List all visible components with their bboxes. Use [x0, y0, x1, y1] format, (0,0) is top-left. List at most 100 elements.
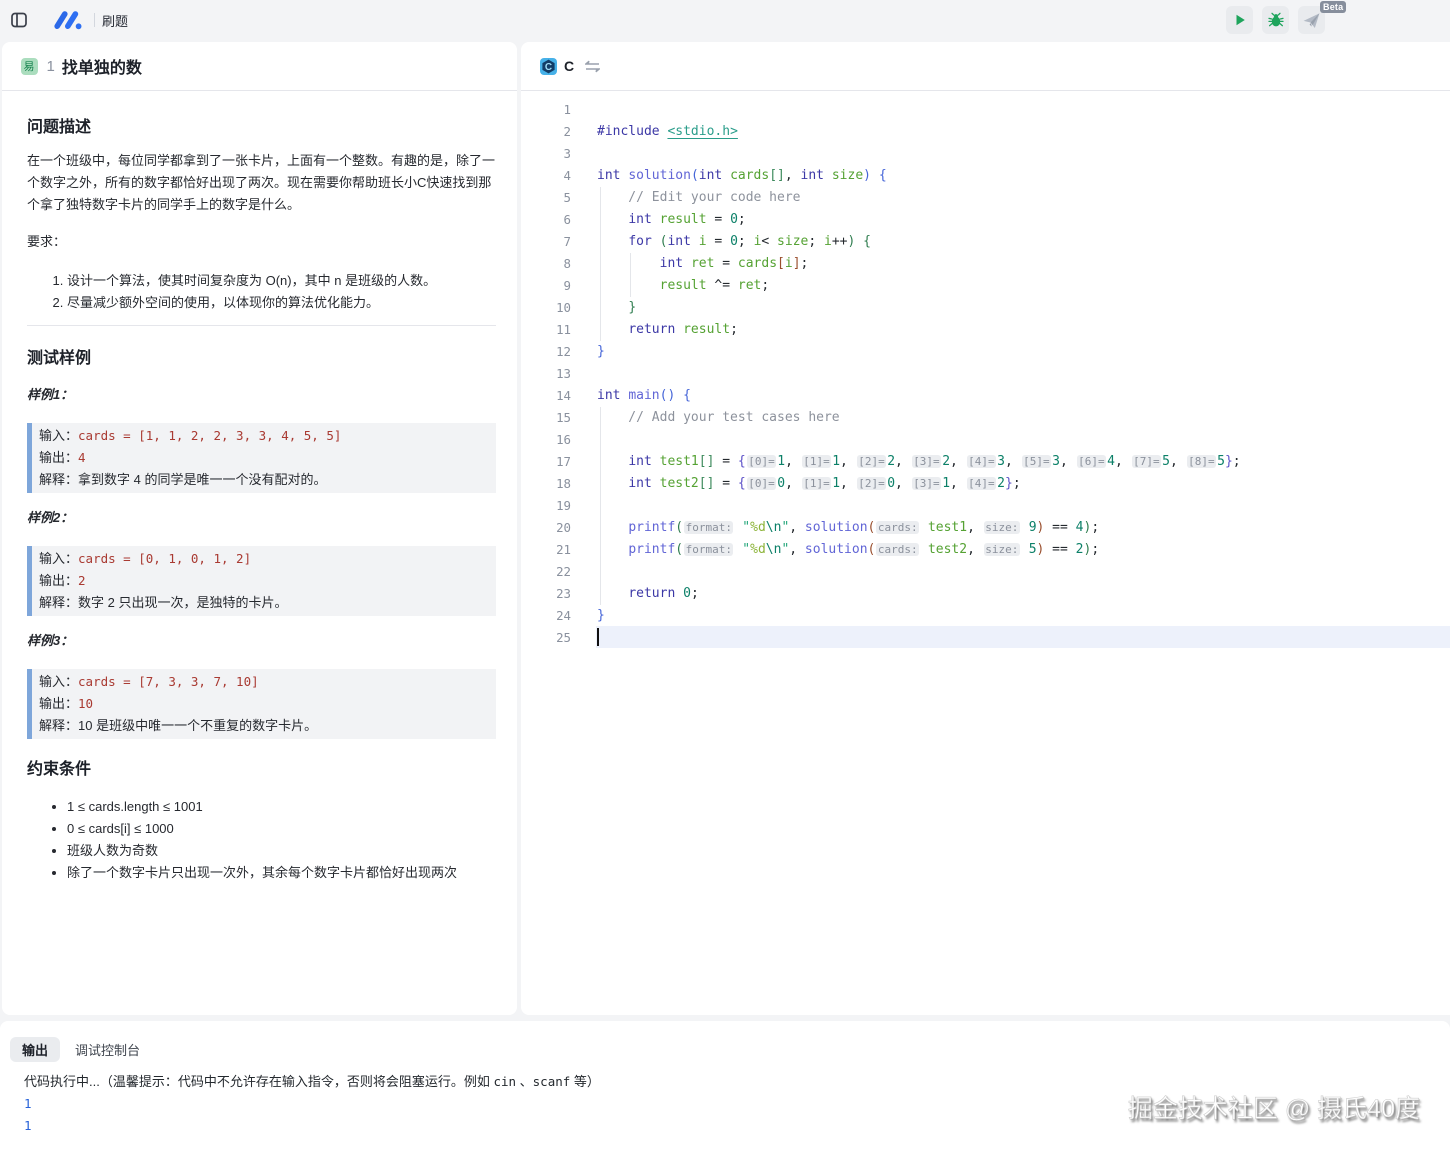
- code-token: \n: [766, 520, 782, 535]
- code-line-content: #include <stdio.h>: [597, 124, 738, 139]
- code-token: i: [785, 256, 793, 271]
- code-line: 4int solution(int cards[], int size) {: [521, 164, 1450, 186]
- code-token: ,: [840, 454, 856, 469]
- juejin-logo[interactable]: [52, 10, 86, 30]
- code-token: 4: [1107, 454, 1115, 469]
- code-token: (: [868, 542, 876, 557]
- beta-badge: Beta: [1320, 1, 1346, 13]
- console-panel: 输出 调试控制台 代码执行中...（温馨提示：代码中不允许存在输入指令，否则将会…: [0, 1021, 1450, 1152]
- code-token: int: [667, 234, 690, 249]
- sample-block: 输入：cards = [7, 3, 3, 7, 10]输出：10解释：10 是班…: [27, 669, 496, 739]
- inlay-hint: [4]=: [967, 477, 997, 490]
- code-token: ;: [730, 322, 738, 337]
- code-token: [597, 234, 628, 249]
- code-token: [597, 278, 660, 293]
- code-token: [675, 586, 683, 601]
- code-line-content: result ^= ret;: [597, 278, 769, 293]
- code-token: solution: [805, 520, 868, 535]
- code-token: [920, 542, 928, 557]
- code-token: 1: [942, 476, 950, 491]
- code-token: main: [628, 388, 659, 403]
- editor-header: C C: [521, 42, 1450, 91]
- code-token: [597, 586, 628, 601]
- inlay-hint: [8]=: [1187, 455, 1217, 468]
- code-line: 21 printf(format: "%d\n", solution(cards…: [521, 538, 1450, 560]
- code-token: {: [738, 476, 746, 491]
- code-token: [691, 234, 699, 249]
- code-editor[interactable]: 1 2 #include <stdio.h> 3 4int solution(int c…: [521, 92, 1450, 1015]
- requirement-item: 设计一个算法，使其时间复杂度为 O(n)，其中 n 是班级的人数。: [67, 270, 496, 292]
- code-token: ;: [1233, 454, 1241, 469]
- sample-line: 解释：数字 2 只出现一次，是独特的卡片。: [39, 592, 488, 614]
- code-token: [675, 388, 683, 403]
- sidebar-toggle-button[interactable]: [5, 6, 33, 34]
- c-language-icon: C: [540, 58, 557, 75]
- inlay-hint: size:: [984, 543, 1020, 556]
- code-line: 24}: [521, 604, 1450, 626]
- code-token: solution: [628, 168, 691, 183]
- code-token: ;: [691, 586, 699, 601]
- requirement-item: 尽量减少额外空间的使用，以体现你的算法优化能力。: [67, 292, 496, 314]
- sample-line: 输入：cards = [1, 1, 2, 2, 3, 3, 4, 5, 5]: [39, 425, 488, 447]
- code-token: (: [675, 542, 683, 557]
- line-number: 8: [521, 256, 571, 271]
- code-token: i: [824, 234, 832, 249]
- problem-panel: 易 1 找单独的数 问题描述 在一个班级中，每位同学都拿到了一张卡片，上面有一个…: [2, 42, 517, 1015]
- code-token: }: [1225, 454, 1233, 469]
- line-number: 14: [521, 388, 571, 403]
- code-token: int: [628, 454, 651, 469]
- code-line-content: }: [597, 344, 605, 359]
- code-token: [722, 168, 730, 183]
- code-token: [597, 300, 628, 315]
- code-line: 17 int test1[] = {[0]=1, [1]=1, [2]=2, […: [521, 450, 1450, 472]
- header-right-group: Beta: [1217, 6, 1325, 34]
- code-token: [597, 476, 628, 491]
- sample-line-text: 拿到数字 4 的同学是唯一一个没有配对的。: [78, 472, 326, 487]
- code-line: 25: [521, 626, 1450, 648]
- code-token: // Edit your code here: [597, 190, 801, 205]
- code-token: [597, 454, 628, 469]
- tab-debug-console[interactable]: 调试控制台: [75, 1040, 140, 1059]
- code-token: [652, 454, 660, 469]
- code-token: ;: [738, 234, 754, 249]
- code-token: 0: [887, 476, 895, 491]
- code-line-content: return 0;: [597, 586, 699, 601]
- tab-output[interactable]: 输出: [10, 1037, 60, 1062]
- sample-label: 样例3：: [27, 630, 496, 652]
- sample-line: 输出：4: [39, 447, 488, 469]
- section-divider: [27, 325, 496, 326]
- code-line-content: // Edit your code here: [597, 190, 801, 205]
- switch-language-button[interactable]: [585, 60, 600, 73]
- code-token: 1: [832, 454, 840, 469]
- run-code-button[interactable]: [1226, 6, 1253, 34]
- code-token: {: [863, 234, 871, 249]
- problem-header: 易 1 找单独的数: [2, 42, 517, 91]
- line-number: 6: [521, 212, 571, 227]
- code-token: [597, 256, 660, 271]
- code-token: 3: [1052, 454, 1060, 469]
- line-number: 22: [521, 564, 571, 579]
- code-token: [597, 212, 628, 227]
- constraint-item: 除了一个数字卡片只出现一次外，其余每个数字卡片都恰好出现两次: [67, 862, 496, 884]
- sample-line-code: 10: [78, 696, 93, 711]
- code-token: 2: [997, 476, 1005, 491]
- problem-title: 找单独的数: [62, 54, 142, 78]
- console-message-text: 等）: [570, 1074, 600, 1089]
- code-line: 6 int result = 0;: [521, 208, 1450, 230]
- code-line-content: printf(format: "%d\n", solution(cards: t…: [597, 542, 1099, 557]
- line-number: 21: [521, 542, 571, 557]
- code-token: test1: [660, 454, 699, 469]
- code-line: 20 printf(format: "%d\n", solution(cards…: [521, 516, 1450, 538]
- console-message-code: scanf: [533, 1074, 571, 1089]
- sample-line: 输出：10: [39, 693, 488, 715]
- line-number: 23: [521, 586, 571, 601]
- code-line-content: for (int i = 0; i< size; i++) {: [597, 234, 871, 249]
- share-button[interactable]: Beta: [1298, 6, 1325, 34]
- swap-arrows-icon: [585, 60, 600, 73]
- difficulty-badge: 易: [21, 58, 38, 75]
- line-number: 24: [521, 608, 571, 623]
- code-line: 19: [521, 494, 1450, 516]
- code-token: result: [660, 212, 707, 227]
- debug-button[interactable]: [1262, 6, 1289, 34]
- code-token: 9: [1029, 520, 1037, 535]
